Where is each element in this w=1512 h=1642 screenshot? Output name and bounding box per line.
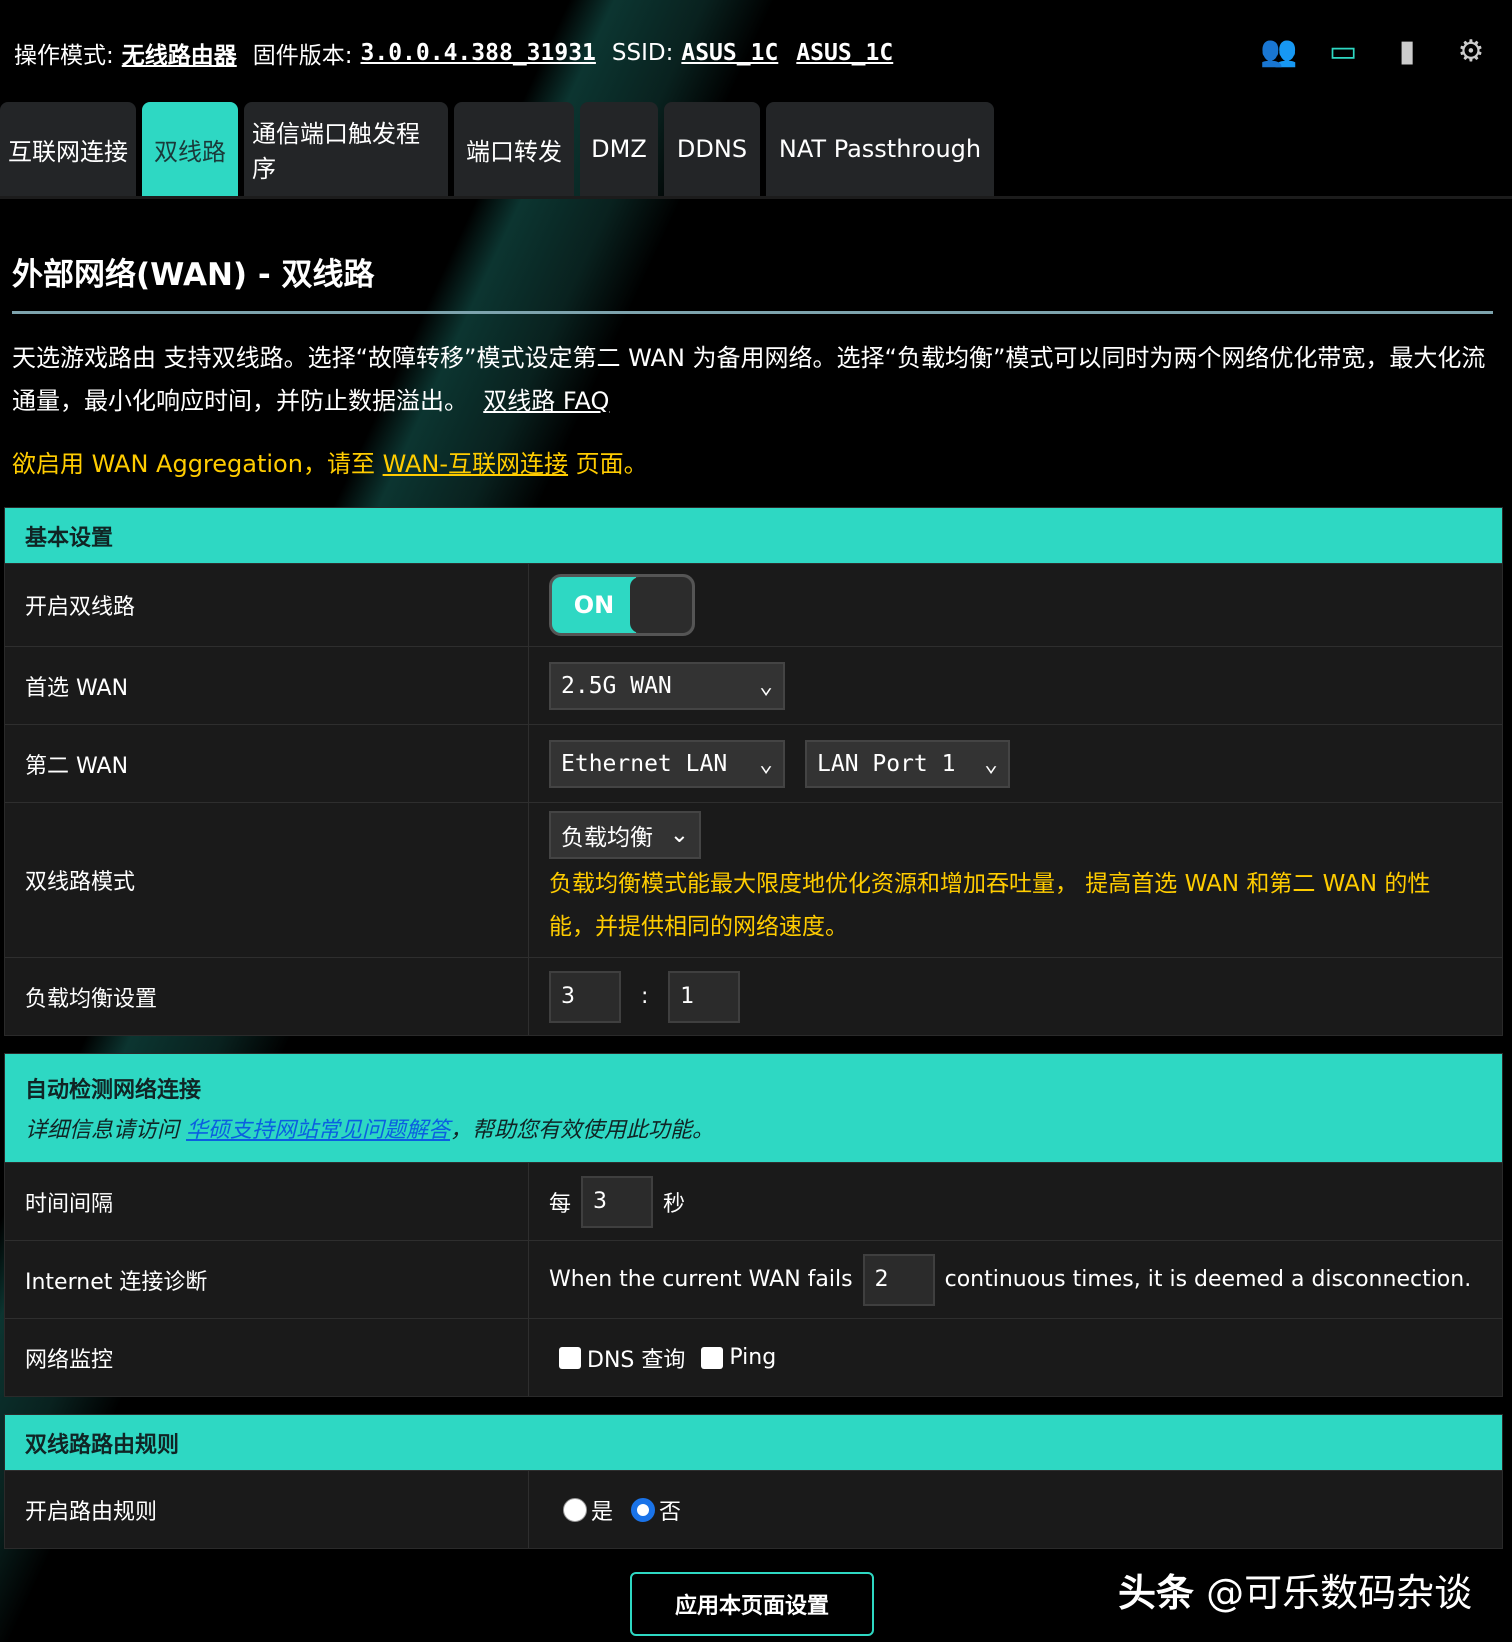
chevron-down-icon: ⌄: [984, 750, 998, 777]
radio-no-label: 否: [659, 1499, 682, 1525]
section-title: 自动检测网络连接: [25, 1078, 202, 1103]
section-info: 详细信息请访问 华硕支持网站常见问题解答，帮助您有效使用此功能。: [25, 1112, 1482, 1144]
tab-divider: [0, 196, 1512, 199]
ssid-1-link[interactable]: ASUS_1C: [681, 40, 778, 66]
row-label: 时间间隔: [5, 1163, 529, 1240]
row-label: 开启双线路: [5, 564, 529, 646]
usb-icon[interactable]: ▮: [1388, 32, 1426, 70]
select-value: 负载均衡: [561, 825, 653, 851]
ssid-2-link[interactable]: ASUS_1C: [796, 40, 893, 66]
row-monitor: 网络监控 DNS 查询 Ping: [5, 1318, 1502, 1396]
apply-button[interactable]: 应用本页面设置: [630, 1572, 874, 1636]
status-bar: 操作模式: 无线路由器 固件版本: 3.0.0.4.388_31931 SSID…: [14, 36, 893, 70]
settings-gear-icon[interactable]: ⚙: [1452, 32, 1490, 70]
row-dual-wan-mode: 双线路模式 负载均衡 ⌄ 负载均衡模式能最大限度地优化资源和增加吞吐量， 提高首选…: [5, 802, 1502, 957]
radio-no[interactable]: [631, 1497, 656, 1522]
section-header: 双线路路由规则: [5, 1415, 1502, 1470]
ssid-label: SSID:: [611, 40, 674, 66]
row-load-balance: 负载均衡设置 3:1: [5, 957, 1502, 1035]
row-interval: 时间间隔 每3秒: [5, 1162, 1502, 1240]
tab-dmz[interactable]: DMZ: [580, 102, 658, 196]
row-label: 首选 WAN: [5, 647, 529, 724]
radio-yes-label: 是: [591, 1499, 614, 1525]
select-value: LAN Port 1: [817, 750, 956, 777]
network-clients-icon[interactable]: ▭: [1324, 32, 1362, 70]
routing-rules-section: 双线路路由规则 开启路由规则 是 否: [4, 1414, 1503, 1549]
diag-pre: When the current WAN fails: [549, 1267, 853, 1292]
section-header: 基本设置: [5, 508, 1502, 563]
tab-port-trigger[interactable]: 通信端口触发程序: [244, 102, 448, 196]
fail-count-input[interactable]: 2: [862, 1253, 935, 1306]
row-label: 第二 WAN: [5, 725, 529, 802]
primary-wan-select[interactable]: 2.5G WAN ⌄: [549, 661, 785, 710]
row-label: Internet 连接诊断: [5, 1241, 529, 1318]
page-description: 天选游戏路由 支持双线路。选择“故障转移”模式设定第二 WAN 为备用网络。选择…: [12, 337, 1492, 423]
interval-pre: 每: [549, 1191, 572, 1217]
row-diagnosis: Internet 连接诊断 When the current WAN fails…: [5, 1240, 1502, 1318]
row-label: 网络监控: [5, 1319, 529, 1396]
mode-label: 操作模式:: [14, 43, 114, 69]
secondary-wan-select[interactable]: Ethernet LAN ⌄: [549, 739, 785, 788]
ping-checkbox[interactable]: [701, 1346, 724, 1369]
firmware-version-link[interactable]: 3.0.0.4.388_31931: [361, 40, 596, 66]
auto-detect-section: 自动检测网络连接 详细信息请访问 华硕支持网站常见问题解答，帮助您有效使用此功能。…: [4, 1053, 1503, 1397]
tab-internet[interactable]: 互联网连接: [0, 102, 136, 196]
mode-select[interactable]: 负载均衡 ⌄: [549, 811, 701, 859]
section-header: 自动检测网络连接 详细信息请访问 华硕支持网站常见问题解答，帮助您有效使用此功能。: [5, 1054, 1502, 1162]
row-label: 负载均衡设置: [5, 958, 529, 1035]
dual-wan-toggle[interactable]: ON: [549, 574, 695, 636]
row-enable-dual-wan: 开启双线路 ON: [5, 563, 1502, 646]
interval-input[interactable]: 3: [581, 1175, 654, 1228]
dns-checkbox[interactable]: [559, 1346, 581, 1369]
chevron-down-icon: ⌄: [669, 822, 689, 848]
toggle-state: ON: [552, 577, 636, 633]
description-text: 天选游戏路由 支持双线路。选择“故障转移”模式设定第二 WAN 为备用网络。选择…: [12, 344, 1486, 415]
row-secondary-wan: 第二 WAN Ethernet LAN ⌄ LAN Port 1 ⌄: [5, 724, 1502, 802]
title-divider: [12, 311, 1493, 314]
ping-label: Ping: [729, 1345, 777, 1370]
agg-pre: 欲启用 WAN Aggregation，请至: [12, 450, 383, 478]
firmware-label: 固件版本:: [252, 43, 353, 69]
info-post: ，帮助您有效使用此功能。: [450, 1118, 715, 1143]
tab-port-forward[interactable]: 端口转发: [454, 102, 574, 196]
tab-dual-wan[interactable]: 双线路: [142, 102, 238, 196]
row-routing-rules: 开启路由规则 是 否: [5, 1470, 1502, 1548]
row-primary-wan: 首选 WAN 2.5G WAN ⌄: [5, 646, 1502, 724]
select-value: 2.5G WAN: [561, 672, 672, 699]
page-title: 外部网络(WAN) - 双线路: [12, 257, 375, 293]
diag-post: continuous times, it is deemed a disconn…: [944, 1267, 1472, 1292]
tab-bar: 互联网连接 双线路 通信端口触发程序 端口转发 DMZ DDNS NAT Pas…: [0, 102, 994, 196]
chevron-down-icon: ⌄: [759, 672, 773, 699]
radio-yes[interactable]: [563, 1497, 587, 1522]
toggle-knob: [630, 577, 692, 633]
faq-link[interactable]: 双线路 FAQ: [483, 387, 609, 415]
wan-internet-link[interactable]: WAN-互联网连接: [383, 450, 568, 478]
tab-nat-passthrough[interactable]: NAT Passthrough: [766, 102, 994, 196]
secondary-port-select[interactable]: LAN Port 1 ⌄: [805, 739, 1010, 788]
asus-faq-link[interactable]: 华硕支持网站常见问题解答: [186, 1118, 450, 1143]
watermark-brand: 头条: [1118, 1571, 1195, 1615]
operation-mode-link[interactable]: 无线路由器: [122, 36, 237, 70]
row-label: 开启路由规则: [5, 1471, 529, 1548]
lb-ratio-secondary-input[interactable]: 1: [668, 970, 741, 1023]
section-title: 基本设置: [25, 525, 114, 551]
agg-post: 页面。: [568, 450, 648, 478]
info-pre: 详细信息请访问: [25, 1118, 186, 1143]
aggregation-note: 欲启用 WAN Aggregation，请至 WAN-互联网连接 页面。: [12, 444, 648, 479]
basic-settings-section: 基本设置 开启双线路 ON 首选 WAN 2.5G WAN ⌄ 第二 WAN Et…: [4, 507, 1503, 1036]
chevron-down-icon: ⌄: [759, 750, 773, 777]
select-value: Ethernet LAN: [561, 750, 728, 777]
section-title: 双线路路由规则: [25, 1432, 180, 1458]
dns-label: DNS 查询: [587, 1347, 686, 1373]
interval-unit: 秒: [663, 1191, 686, 1217]
users-icon[interactable]: 👥: [1260, 32, 1298, 70]
lb-ratio-primary-input[interactable]: 3: [549, 970, 621, 1023]
ratio-separator: :: [641, 984, 649, 1009]
watermark: 头条 @可乐数码杂谈: [1118, 1562, 1472, 1617]
row-label: 双线路模式: [5, 803, 529, 957]
mode-note: 负载均衡模式能最大限度地优化资源和增加吞吐量， 提高首选 WAN 和第二 WAN…: [549, 871, 1431, 940]
watermark-account: @可乐数码杂谈: [1206, 1571, 1473, 1615]
tab-ddns[interactable]: DDNS: [664, 102, 760, 196]
